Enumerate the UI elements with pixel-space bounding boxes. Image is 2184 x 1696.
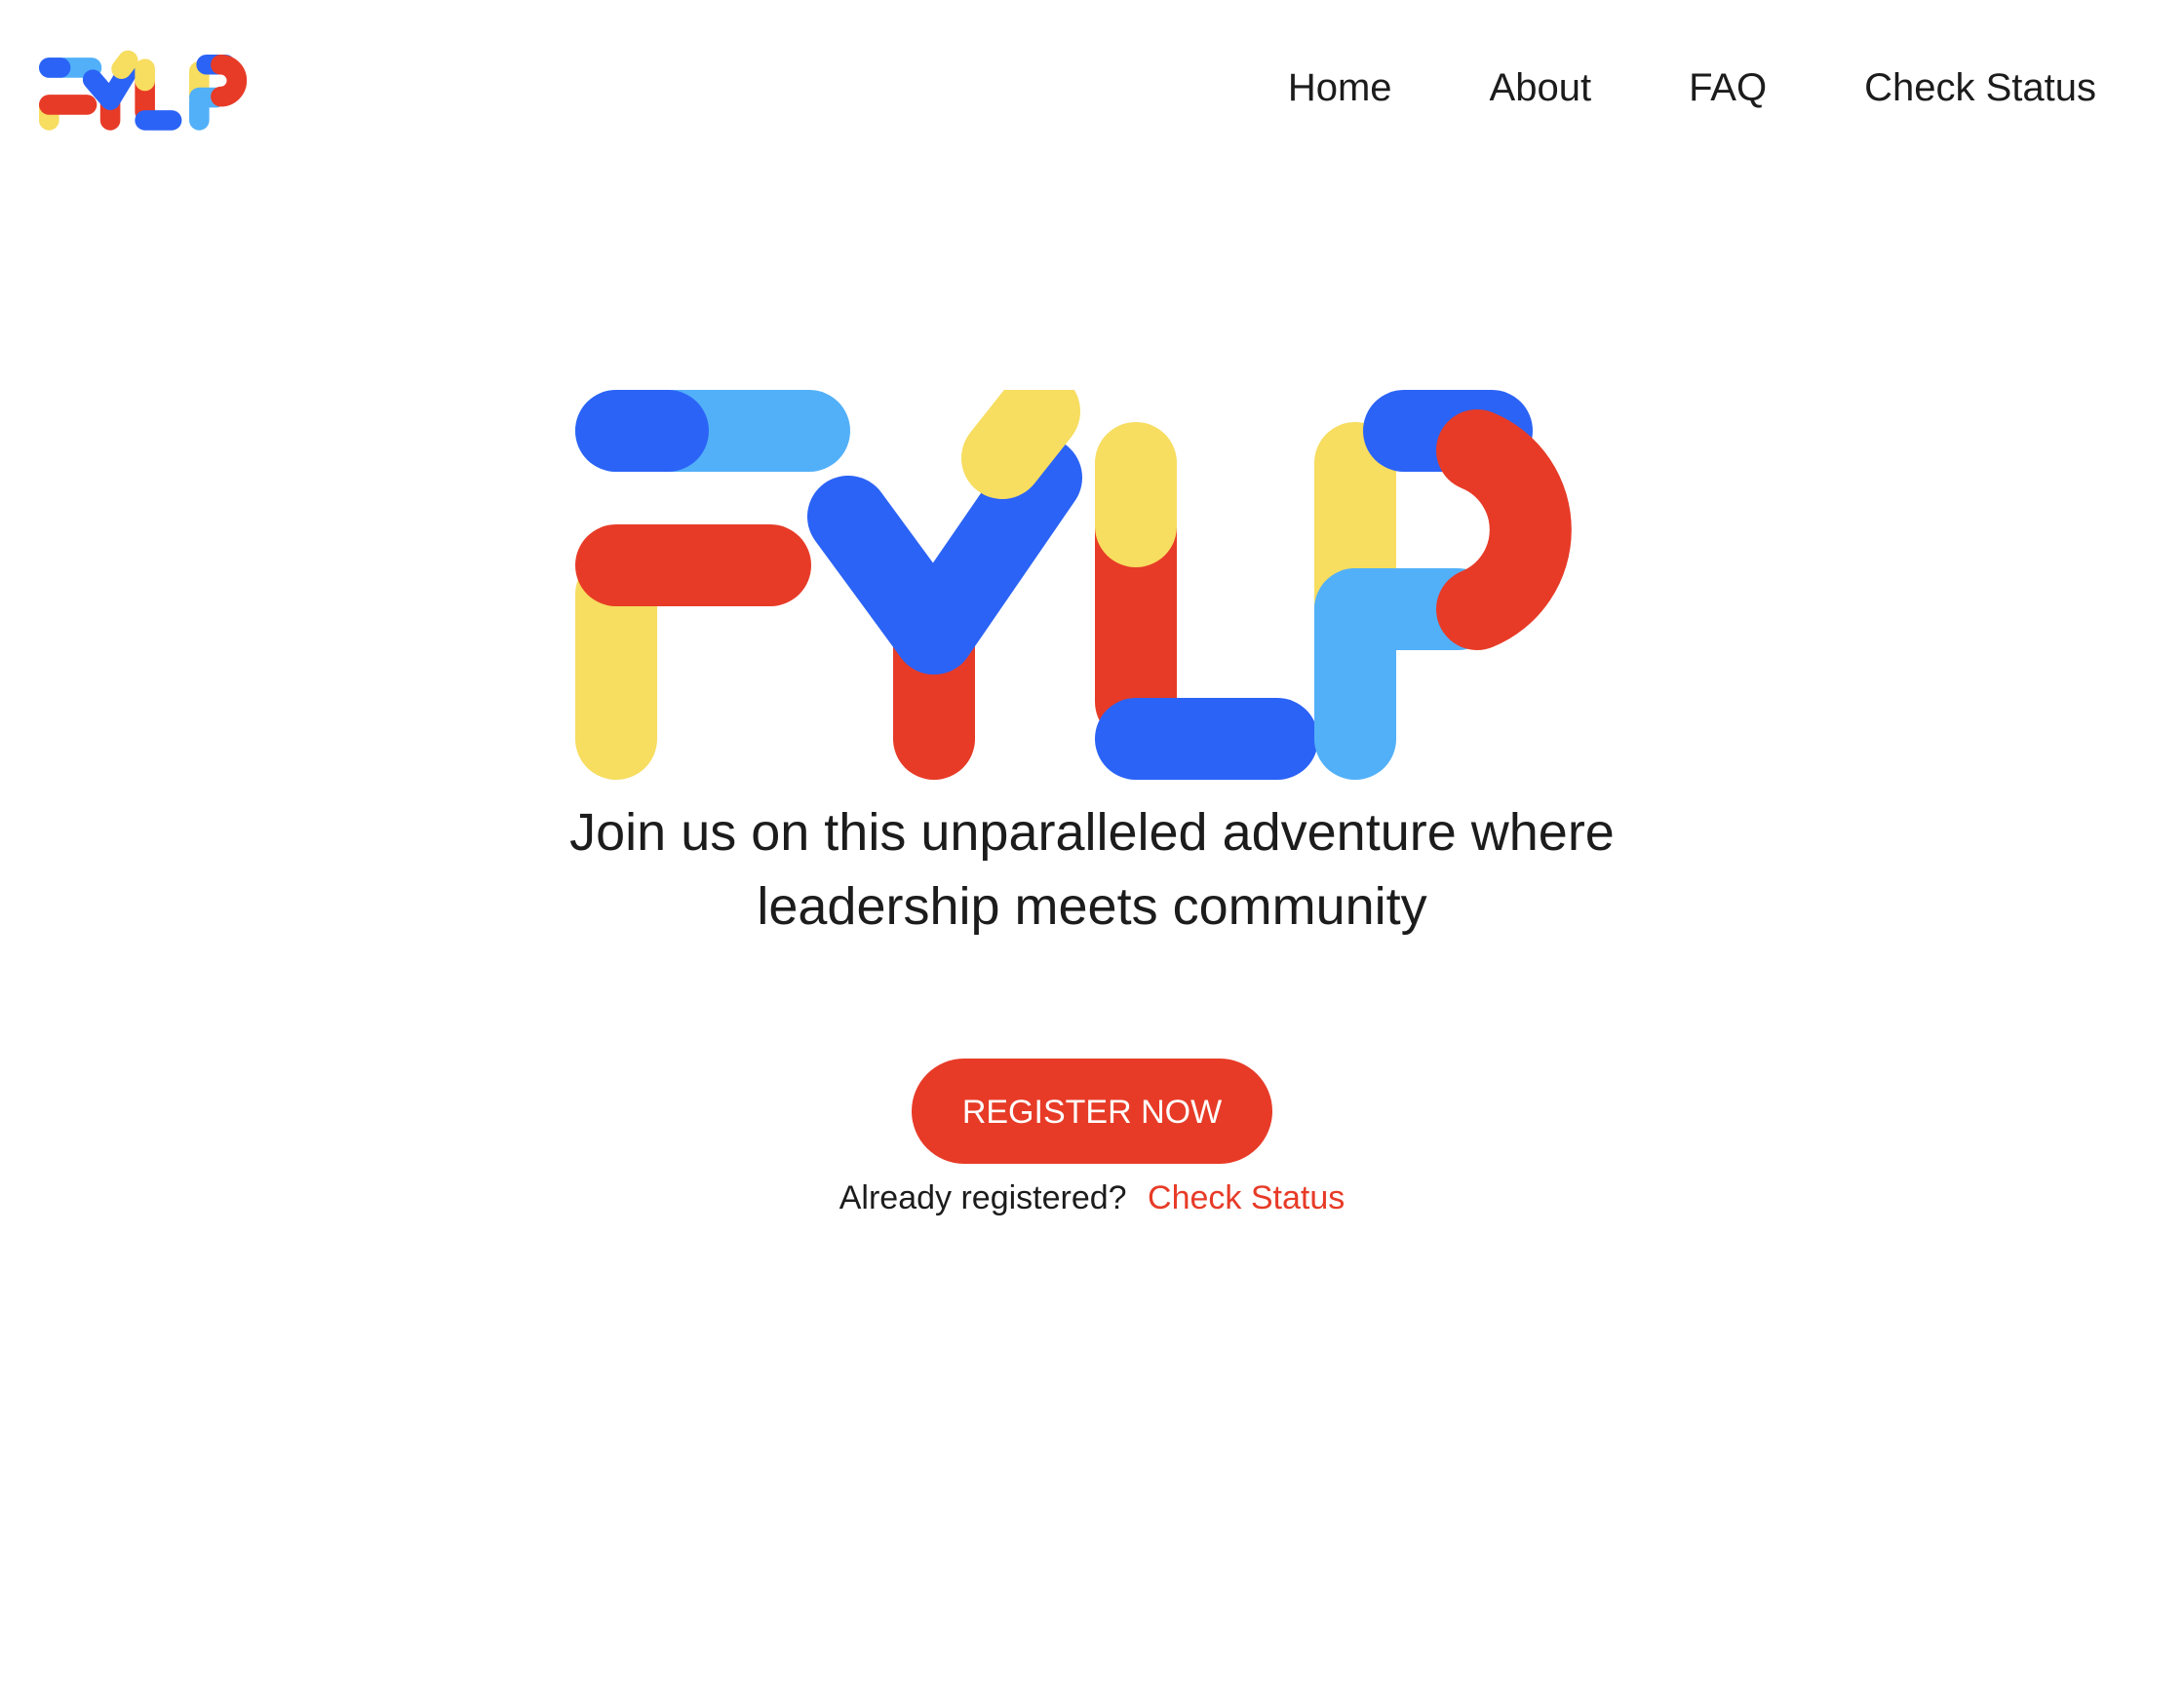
fylp-logo-small[interactable] xyxy=(39,49,292,156)
nav-home-link[interactable]: Home xyxy=(1288,68,1392,107)
nav-about-link[interactable]: About xyxy=(1490,68,1592,107)
nav-check-status-link[interactable]: Check Status xyxy=(1864,68,2096,107)
tagline-line-1: Join us on this unparalleled adventure w… xyxy=(569,803,1615,862)
nav-faq-link[interactable]: FAQ xyxy=(1689,68,1767,107)
fylp-logo-large xyxy=(575,390,1572,780)
hero-section: Join us on this unparalleled adventure w… xyxy=(0,390,2184,1217)
tagline-line-2: leadership meets community xyxy=(757,877,1427,936)
main-nav: Home About FAQ Check Status xyxy=(1288,68,2096,107)
already-registered-text: Already registered? xyxy=(838,1179,1127,1216)
check-status-link[interactable]: Check Status xyxy=(1148,1179,1345,1216)
register-now-button[interactable]: REGISTER NOW xyxy=(912,1059,1272,1164)
already-registered-row: Already registered? Check Status xyxy=(0,1179,2184,1217)
site-header: Home About FAQ Check Status xyxy=(0,0,2184,195)
hero-tagline: Join us on this unparalleled adventure w… xyxy=(507,795,1677,944)
